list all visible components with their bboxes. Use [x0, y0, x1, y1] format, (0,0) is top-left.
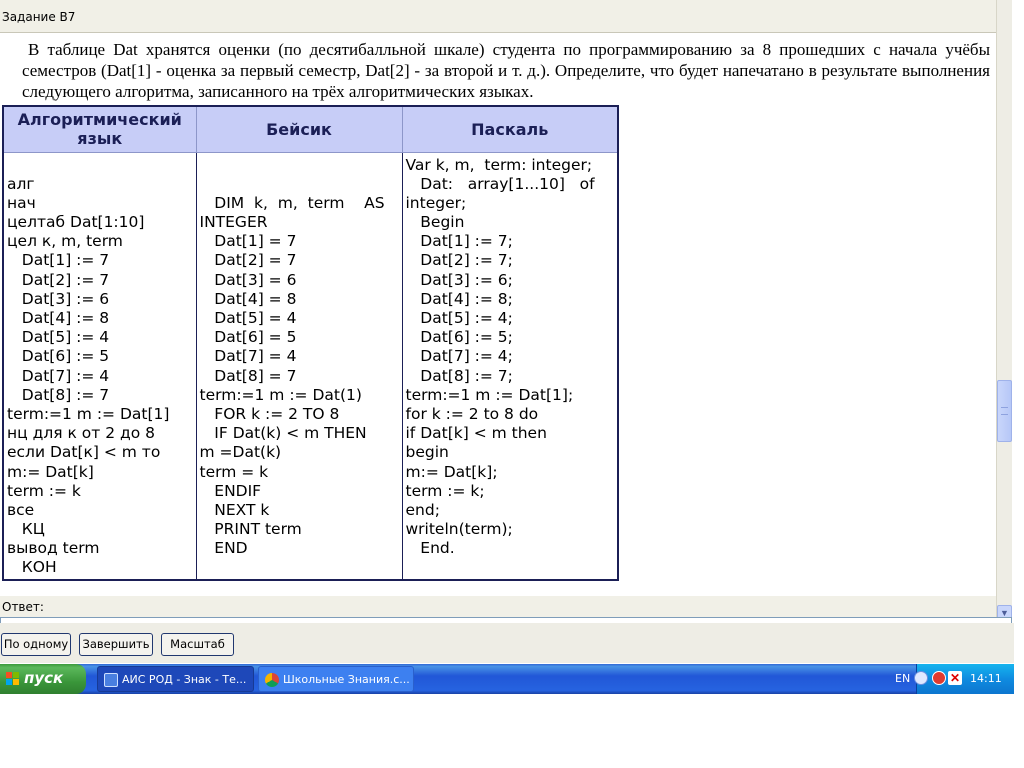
header-basic: Бейсик — [195, 105, 403, 153]
code-line: integer; — [405, 193, 467, 212]
code-line: Dat[8] := 7; — [405, 366, 513, 385]
code-line: Dat[3] := 6 — [7, 289, 110, 308]
chevron-left-icon[interactable] — [914, 671, 928, 685]
code-line: Dat[3] = 6 — [199, 270, 297, 289]
antivirus-icon[interactable] — [932, 671, 946, 685]
code-line: целтаб Dat[1:10] — [7, 213, 145, 232]
code-line: term = k — [199, 462, 269, 481]
algorithmic-code-cell: алг нач целтаб Dat[1:10] цел к, m, term Dat… — [2, 151, 197, 581]
code-line: for k := 2 to 8 do — [405, 404, 539, 423]
code-line: End. — [405, 539, 455, 558]
header-pascal: Паскаль — [401, 105, 619, 153]
pascal-code-cell: Var k, m, term: integer; Dat: array[1...… — [401, 151, 619, 581]
chrome-icon — [265, 673, 279, 687]
taskbar-item-ais[interactable]: АИС РОД - Знак - Те... — [97, 666, 254, 692]
task-title: Задание В7 — [2, 10, 76, 24]
header-algorithmic: Алгоритмический язык — [2, 105, 197, 153]
app-window: Задание В7 В таблице Dat хранятся оценки… — [0, 0, 1024, 768]
code-line: Dat[4] := 8; — [405, 289, 513, 308]
code-line: end; — [405, 500, 440, 519]
code-line: term := k — [7, 481, 81, 500]
vertical-scrollbar[interactable] — [996, 0, 1012, 622]
code-line: Dat: array[1...10] of — [405, 174, 595, 193]
taskbar: пуск АИС РОД - Знак - Те... Школьные Зна… — [0, 664, 1014, 694]
answer-label: Ответ: — [2, 600, 44, 614]
code-line: begin — [405, 443, 449, 462]
code-line: m:= Dat[k] — [7, 462, 94, 481]
code-line: m =Dat(k) — [199, 443, 282, 462]
code-line: Dat[7] := 4; — [405, 347, 513, 366]
code-line: writeln(term); — [405, 520, 513, 539]
code-line: Dat[2] := 7; — [405, 251, 513, 270]
code-line: Dat[6] := 5; — [405, 328, 513, 347]
code-line: Dat[4] = 8 — [199, 289, 297, 308]
ais-app-icon — [104, 673, 118, 687]
code-line: term:=1 m := Dat[1] — [7, 404, 170, 423]
button-bar: По одному Завершить Масштаб — [0, 623, 1014, 663]
code-line: КОН — [7, 558, 57, 577]
taskbar-item-label: Школьные Знания.с... — [283, 673, 410, 686]
code-line: вывод term — [7, 539, 100, 558]
code-line: Dat[4] := 8 — [7, 309, 110, 327]
code-line: INTEGER — [199, 213, 268, 232]
code-line: Var k, m, term: integer; — [405, 155, 593, 174]
code-line: FOR k := 2 TO 8 — [199, 404, 340, 423]
code-line: Dat[2] = 7 — [199, 251, 297, 270]
code-line: Dat[7] = 4 — [199, 347, 297, 366]
start-label: пуск — [24, 669, 64, 687]
code-line: term:=1 m := Dat(1) — [199, 385, 362, 404]
basic-code-cell: DIM k, m, term AS INTEGER Dat[1] = 7 Dat[… — [195, 151, 403, 581]
code-line: NEXT k — [199, 500, 270, 519]
code-line: Dat[1] := 7 — [7, 251, 110, 270]
code-line: m:= Dat[k]; — [405, 462, 498, 481]
code-line: ENDIF — [199, 481, 262, 500]
taskbar-item-browser[interactable]: Школьные Знания.с... — [258, 666, 414, 692]
code-line: Dat[6] = 5 — [199, 328, 297, 347]
task-content: В таблице Dat хранятся оценки (по десяти… — [0, 34, 996, 596]
code-table: Алгоритмический язык Бейсик Паскаль алг н… — [2, 105, 619, 581]
code-line: Dat[8] = 7 — [199, 366, 297, 385]
finish-button[interactable]: Завершить — [79, 633, 153, 656]
code-line: term := k; — [405, 481, 485, 500]
code-line: если Dat[к] < m то — [7, 443, 161, 462]
one-by-one-button[interactable]: По одному — [1, 633, 71, 656]
code-line: Begin — [405, 213, 465, 232]
question-text: В таблице Dat хранятся оценки (по десяти… — [22, 40, 990, 101]
code-line: Dat[3] := 6; — [405, 270, 513, 289]
code-line: цел к, m, term — [7, 232, 123, 251]
code-line: DIM k, m, term AS — [199, 193, 385, 212]
language-indicator[interactable]: EN — [895, 672, 910, 685]
code-line: Dat[5] = 4 — [199, 309, 297, 327]
code-line: все — [7, 500, 35, 519]
start-button[interactable]: пуск — [0, 664, 86, 694]
code-line: Dat[2] := 7 — [7, 270, 110, 289]
code-line: Dat[5] := 4 — [7, 328, 110, 347]
code-line: Dat[8] := 7 — [7, 385, 110, 404]
code-line: нач — [7, 193, 36, 212]
code-line: Dat[1] = 7 — [199, 232, 297, 251]
code-line: if Dat[k] < m then — [405, 424, 547, 443]
code-line: term:=1 m := Dat[1]; — [405, 385, 574, 404]
scrollbar-thumb[interactable] — [997, 380, 1012, 442]
code-line: КЦ — [7, 520, 45, 539]
scale-button[interactable]: Масштаб — [161, 633, 234, 656]
code-line: Dat[1] := 7; — [405, 232, 513, 251]
code-line: Dat[7] := 4 — [7, 366, 110, 385]
code-line: алг — [7, 174, 35, 193]
windows-logo-icon — [6, 672, 20, 686]
code-line: END — [199, 539, 248, 558]
clock-time: 14:11 — [970, 672, 1002, 685]
code-line: IF Dat(k) < m THEN — [199, 424, 367, 443]
code-line: PRINT term — [199, 520, 302, 539]
code-line: Dat[5] := 4; — [405, 309, 513, 327]
network-error-icon[interactable]: ✕ — [948, 671, 962, 685]
taskbar-item-label: АИС РОД - Знак - Те... — [122, 673, 247, 686]
task-header: Задание В7 — [0, 0, 996, 33]
grip-icon — [1001, 407, 1008, 415]
code-line: Dat[6] := 5 — [7, 347, 110, 366]
code-line: нц для к от 2 до 8 — [7, 424, 155, 443]
